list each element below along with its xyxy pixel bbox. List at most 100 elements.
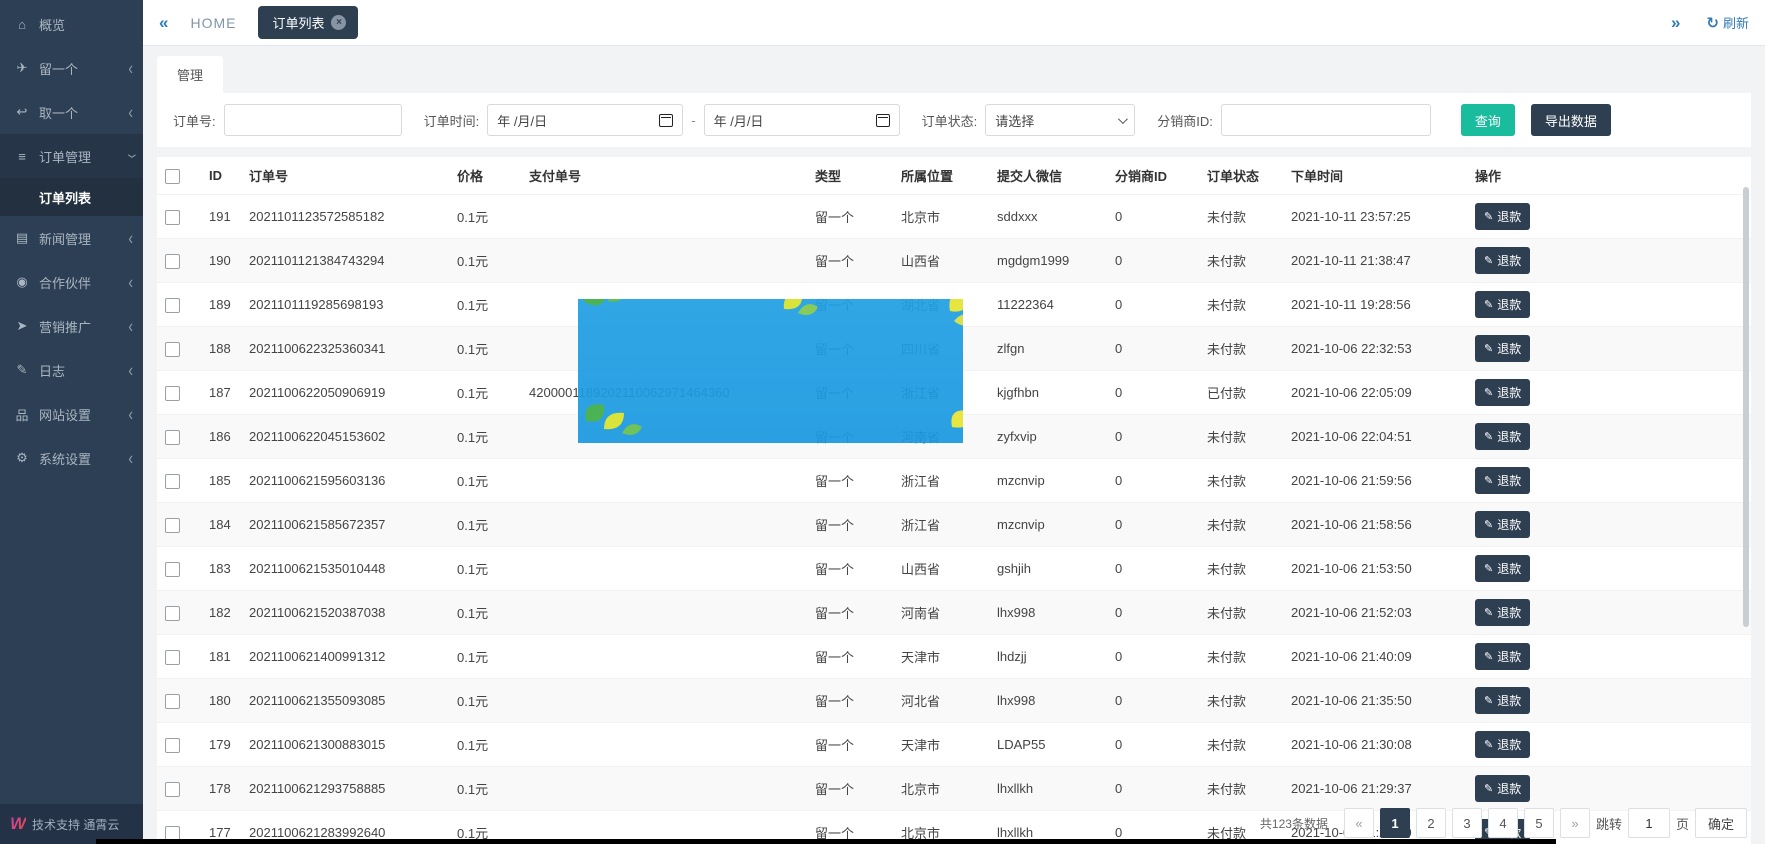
cell-status: 未付款	[1199, 503, 1283, 547]
sidebar-item-marketing[interactable]: ➤ 营销推广 ‹	[0, 304, 143, 348]
tab-order-list[interactable]: 订单列表 ×	[258, 6, 358, 39]
refund-button[interactable]: ✎ 退款	[1475, 775, 1530, 802]
page-button-5[interactable]: 5	[1524, 808, 1554, 838]
row-checkbox-cell	[157, 239, 201, 283]
page-button-3[interactable]: 3	[1452, 808, 1482, 838]
refund-label: 退款	[1497, 472, 1521, 489]
sidebar-item-partners[interactable]: ◉ 合作伙伴 ‹	[0, 260, 143, 304]
refund-button[interactable]: ✎ 退款	[1475, 599, 1530, 626]
order-no-label: 订单号:	[173, 111, 216, 130]
distributor-id-input[interactable]	[1221, 104, 1431, 136]
row-checkbox[interactable]	[165, 782, 180, 797]
table-row: 182 2021100621520387038 0.1元 留一个 河南省 lhx…	[157, 591, 1751, 635]
sidebar-item-qu-yi-ge[interactable]: ↩ 取一个 ‹	[0, 90, 143, 134]
next-page-button[interactable]: »	[1560, 808, 1590, 838]
refund-button[interactable]: ✎ 退款	[1475, 335, 1530, 362]
vertical-scrollbar[interactable]	[1743, 187, 1749, 627]
row-checkbox[interactable]	[165, 254, 180, 269]
col-type: 类型	[807, 157, 893, 195]
refund-button[interactable]: ✎ 退款	[1475, 291, 1530, 318]
page-button-4[interactable]: 4	[1488, 808, 1518, 838]
refund-button[interactable]: ✎ 退款	[1475, 247, 1530, 274]
row-checkbox-cell	[157, 723, 201, 767]
col-wechat: 提交人微信	[989, 157, 1107, 195]
cell-type: 留一个	[807, 635, 893, 679]
jump-confirm-button[interactable]: 确定	[1695, 808, 1747, 838]
cell-time: 2021-10-06 22:04:51	[1283, 415, 1467, 459]
refund-button[interactable]: ✎ 退款	[1475, 643, 1530, 670]
row-checkbox[interactable]	[165, 210, 180, 225]
page-button-1[interactable]: 1	[1380, 808, 1410, 838]
cell-location: 北京市	[893, 767, 989, 811]
app-root: ⌂ 概览 ✈ 留一个 ‹ ↩ 取一个 ‹ ≡ 订单管理 ‹ 订单列表	[0, 0, 1765, 844]
order-status-select[interactable]: 请选择	[985, 104, 1135, 136]
cell-price: 0.1元	[449, 371, 521, 415]
export-data-button[interactable]: 导出数据	[1531, 104, 1611, 136]
chevron-left-icon: ‹	[128, 272, 133, 293]
row-checkbox[interactable]	[165, 386, 180, 401]
sidebar-item-label: 留一个	[39, 59, 128, 78]
sidebar-group-order-management: ≡ 订单管理 ‹ 订单列表	[0, 134, 143, 216]
jump-page-input[interactable]	[1628, 808, 1670, 838]
sidebar-item-system-settings[interactable]: ⚙ 系统设置 ‹	[0, 436, 143, 480]
sidebar-subitem-order-list[interactable]: 订单列表	[0, 178, 143, 216]
refund-button[interactable]: ✎ 退款	[1475, 423, 1530, 450]
order-no-input[interactable]	[224, 104, 402, 136]
cell-order-no: 2021100621585672357	[241, 503, 449, 547]
refund-button[interactable]: ✎ 退款	[1475, 203, 1530, 230]
row-checkbox[interactable]	[165, 694, 180, 709]
sidebar-item-news-management[interactable]: ▤ 新闻管理 ‹	[0, 216, 143, 260]
row-checkbox[interactable]	[165, 562, 180, 577]
row-checkbox[interactable]	[165, 430, 180, 445]
cell-time: 2021-10-06 22:32:53	[1283, 327, 1467, 371]
row-checkbox[interactable]	[165, 298, 180, 313]
refund-button[interactable]: ✎ 退款	[1475, 379, 1530, 406]
cell-pay-no	[521, 635, 807, 679]
refund-button[interactable]: ✎ 退款	[1475, 511, 1530, 538]
calendar-icon[interactable]	[876, 114, 890, 127]
tabs-scroll-left-icon[interactable]: «	[159, 13, 168, 33]
row-checkbox[interactable]	[165, 606, 180, 621]
prev-page-button[interactable]: «	[1344, 808, 1374, 838]
refund-button[interactable]: ✎ 退款	[1475, 467, 1530, 494]
row-checkbox[interactable]	[165, 650, 180, 665]
filter-bar: 订单号: 订单时间: 年 /月/日 - 年 /月/日 订单状态: 请选择 分销商…	[157, 93, 1751, 147]
row-checkbox[interactable]	[165, 518, 180, 533]
refund-button[interactable]: ✎ 退款	[1475, 555, 1530, 582]
sidebar-item-overview[interactable]: ⌂ 概览	[0, 2, 143, 46]
sidebar-item-logs[interactable]: ✎ 日志 ‹	[0, 348, 143, 392]
tabs-scroll-right-icon[interactable]: »	[1671, 13, 1680, 33]
refresh-button[interactable]: ↻ 刷新	[1706, 13, 1749, 32]
select-all-checkbox[interactable]	[165, 169, 180, 184]
calendar-icon[interactable]	[659, 114, 673, 127]
edit-icon: ✎	[1484, 782, 1493, 795]
refund-button[interactable]: ✎ 退款	[1475, 731, 1530, 758]
tab-manage[interactable]: 管理	[157, 56, 223, 93]
row-checkbox-cell	[157, 767, 201, 811]
cell-wechat: zyfxvip	[989, 415, 1107, 459]
cell-location: 北京市	[893, 195, 989, 239]
cell-id: 184	[201, 503, 241, 547]
cell-status: 未付款	[1199, 327, 1283, 371]
date-end-input[interactable]: 年 /月/日	[704, 104, 900, 136]
row-checkbox[interactable]	[165, 738, 180, 753]
refund-button[interactable]: ✎ 退款	[1475, 687, 1530, 714]
top-tabbar: « HOME 订单列表 × » ↻ 刷新	[143, 0, 1765, 46]
date-start-input[interactable]: 年 /月/日	[487, 104, 683, 136]
row-checkbox-cell	[157, 503, 201, 547]
close-icon[interactable]: ×	[331, 15, 346, 30]
cell-price: 0.1元	[449, 195, 521, 239]
search-button[interactable]: 查询	[1461, 104, 1515, 136]
cell-distributor-id: 0	[1107, 371, 1199, 415]
page-button-2[interactable]: 2	[1416, 808, 1446, 838]
cell-time: 2021-10-11 23:57:25	[1283, 195, 1467, 239]
cell-actions: ✎ 退款	[1467, 239, 1751, 283]
sidebar-item-order-management[interactable]: ≡ 订单管理 ‹	[0, 134, 143, 178]
row-checkbox[interactable]	[165, 474, 180, 489]
row-checkbox[interactable]	[165, 342, 180, 357]
sidebar-item-liu-yi-ge[interactable]: ✈ 留一个 ‹	[0, 46, 143, 90]
cell-distributor-id: 0	[1107, 767, 1199, 811]
sidebar-item-site-settings[interactable]: 品 网站设置 ‹	[0, 392, 143, 436]
tab-home[interactable]: HOME	[190, 15, 236, 31]
refund-label: 退款	[1497, 428, 1521, 445]
